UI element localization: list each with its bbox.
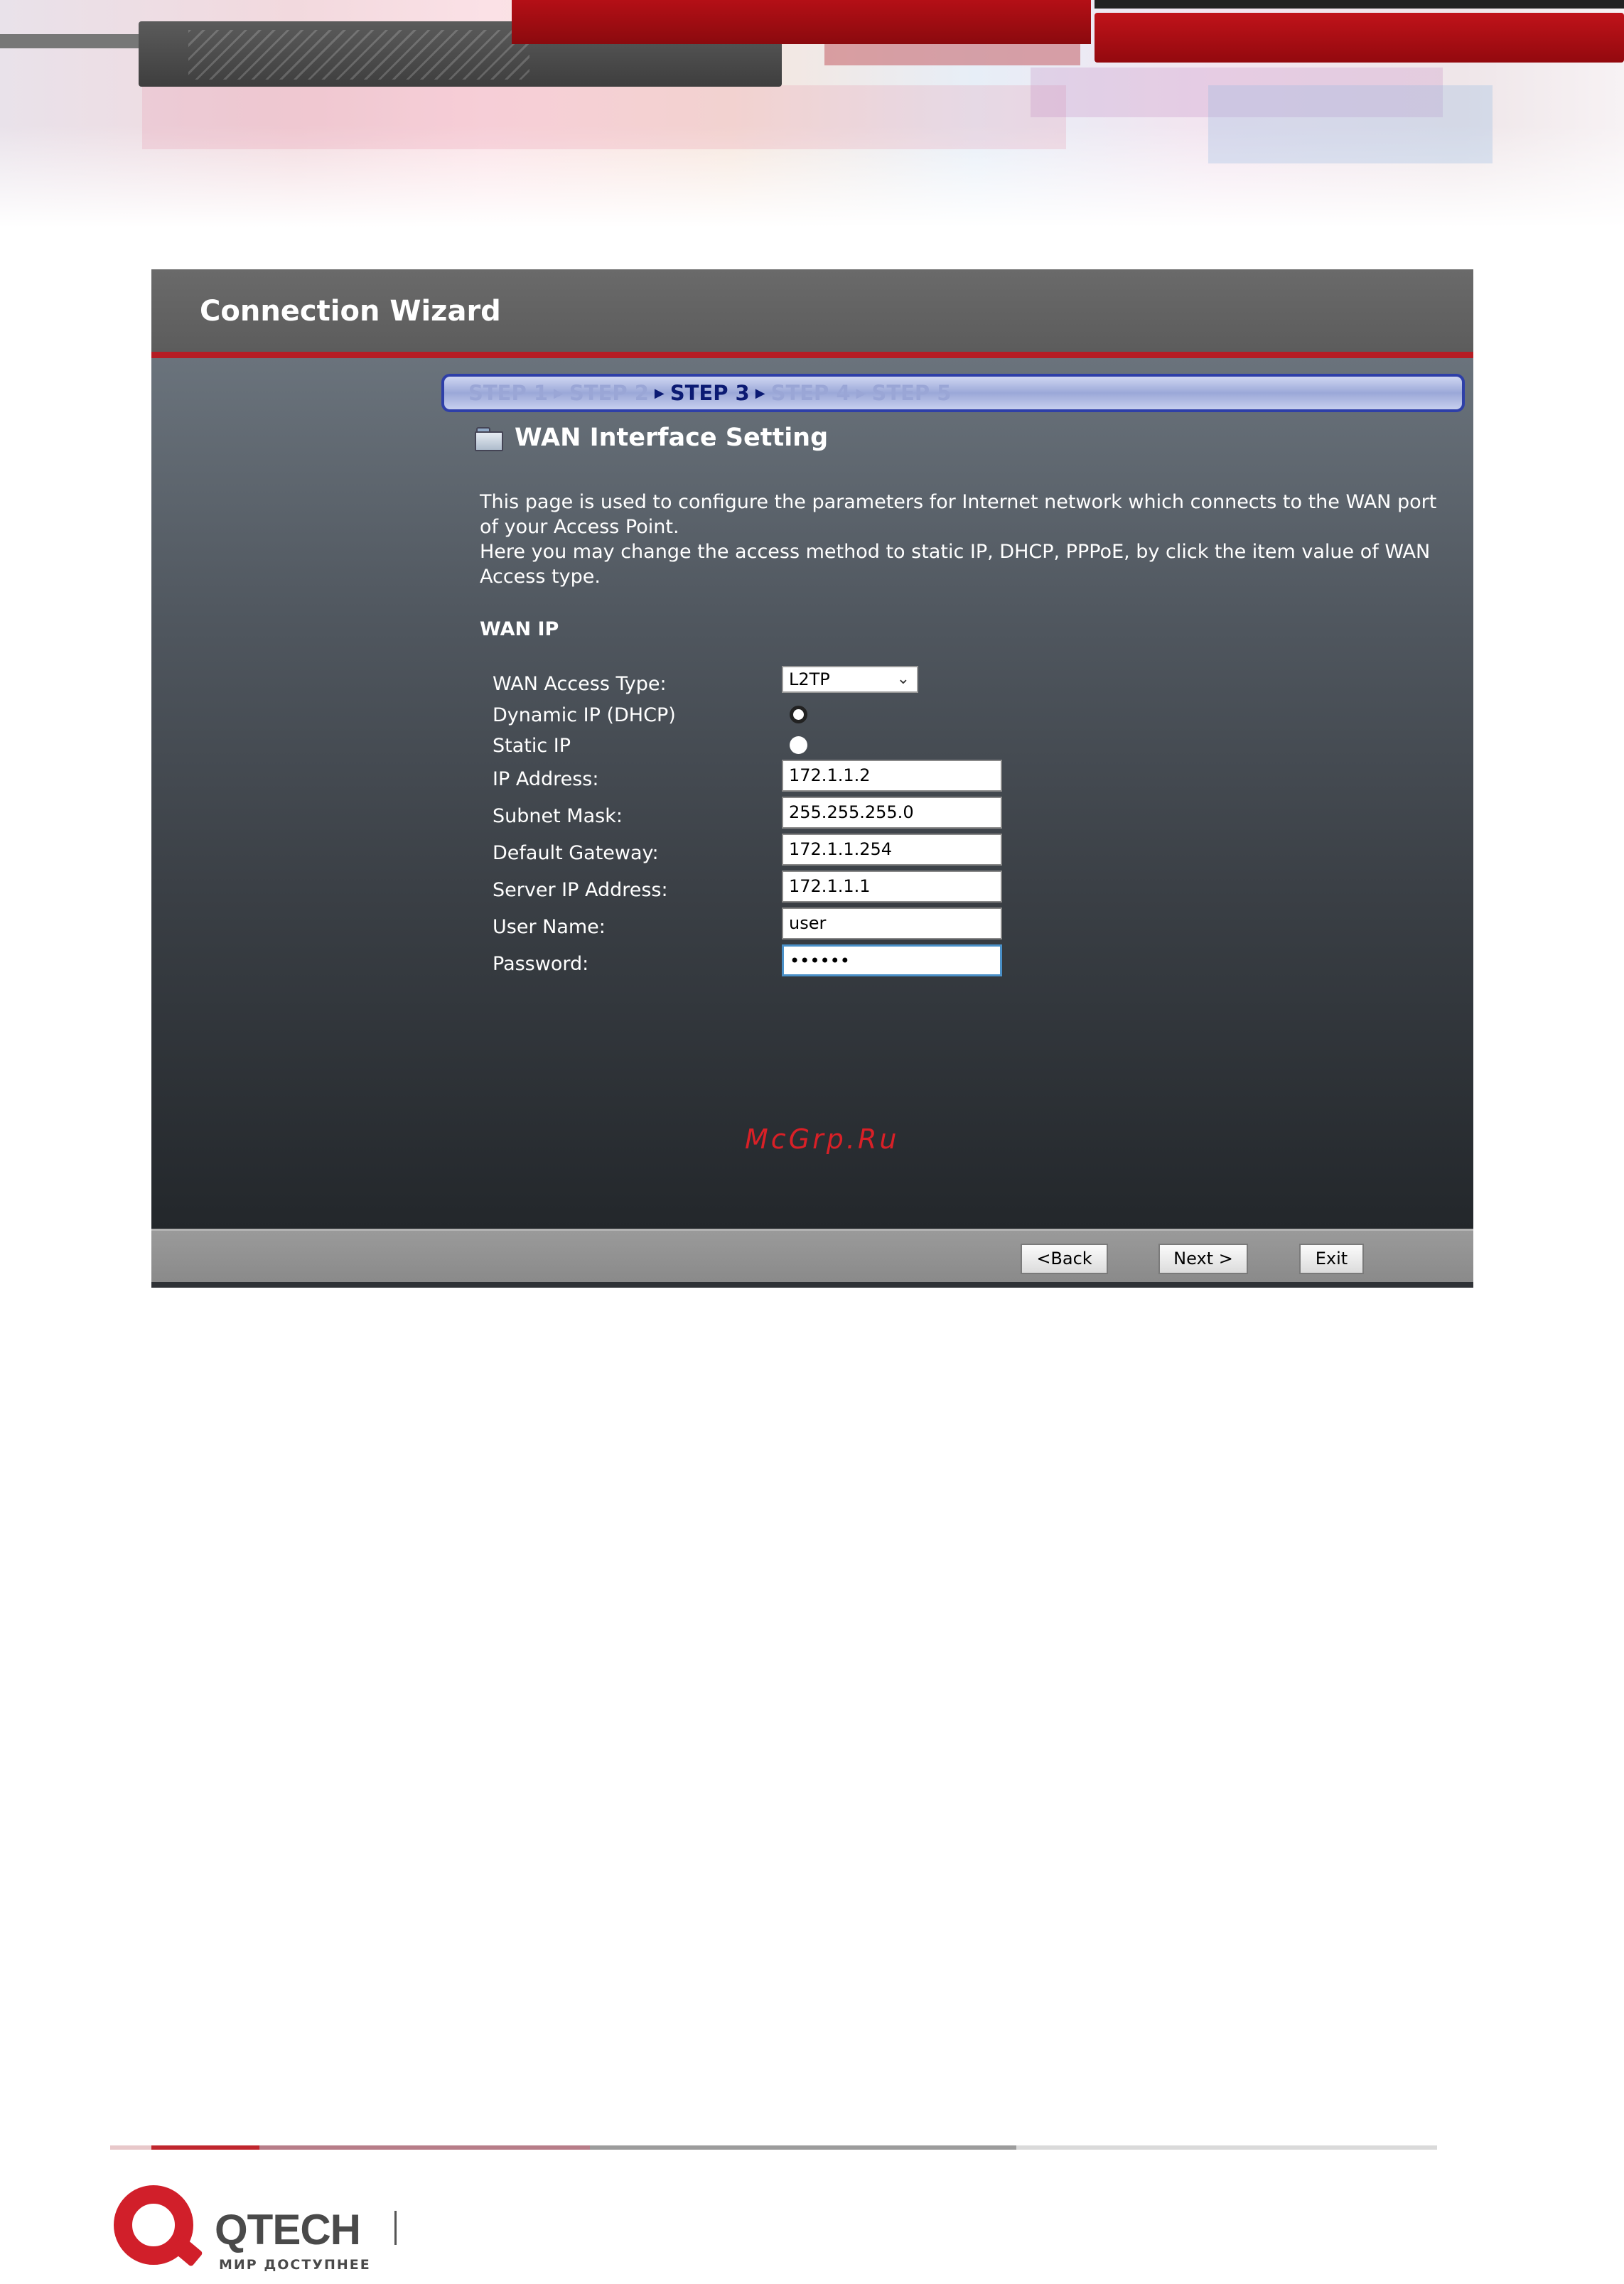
user-name-label: User Name: xyxy=(493,916,606,938)
default-gateway-label: Default Gateway: xyxy=(493,842,659,864)
footer-rule-segment xyxy=(259,2145,590,2150)
back-button[interactable]: <Back xyxy=(1021,1244,1108,1274)
step-5: STEP 5 xyxy=(871,381,952,405)
description-line-1: This page is used to configure the param… xyxy=(480,491,1437,538)
folder-icon xyxy=(475,426,503,451)
wizard-content: STEP 1 ▶ STEP 2 ▶ STEP 3 ▶ STEP 4 ▶ STEP… xyxy=(151,358,1473,1229)
password-input[interactable]: •••••• xyxy=(782,944,1002,976)
footer-rule-segment xyxy=(590,2145,1016,2150)
step-arrow-icon: ▶ xyxy=(856,385,866,401)
connection-wizard-window: Connection Wizard STEP 1 ▶ STEP 2 ▶ STEP… xyxy=(151,269,1473,1288)
wan-access-type-select[interactable]: L2TP ⌄ xyxy=(782,666,918,693)
row-server-ip: Server IP Address: 172.1.1.1 xyxy=(493,865,1018,903)
footer-rule-segment xyxy=(1016,2145,1437,2150)
step-arrow-icon: ▶ xyxy=(654,385,665,401)
brand-name: QTECH xyxy=(215,2206,361,2253)
server-ip-label: Server IP Address: xyxy=(493,879,668,901)
step-4: STEP 4 xyxy=(770,381,851,405)
row-subnet-mask: Subnet Mask: 255.255.255.0 xyxy=(493,791,1018,829)
description-line-2: Here you may change the access method to… xyxy=(480,541,1431,588)
step-progress-bar: STEP 1 ▶ STEP 2 ▶ STEP 3 ▶ STEP 4 ▶ STEP… xyxy=(441,374,1465,412)
row-ip-address: IP Address: 172.1.1.2 xyxy=(493,754,1018,792)
access-type-label: WAN Access Type: xyxy=(493,673,667,695)
page-description: This page is used to configure the param… xyxy=(480,490,1446,589)
page-heading: WAN Interface Setting xyxy=(475,424,828,452)
subnet-mask-label: Subnet Mask: xyxy=(493,805,623,827)
password-label: Password: xyxy=(493,953,589,975)
user-name-input[interactable]: user xyxy=(782,907,1002,939)
chevron-down-icon: ⌄ xyxy=(896,670,910,688)
default-gateway-input[interactable]: 172.1.1.254 xyxy=(782,834,1002,866)
row-dhcp: Dynamic IP (DHCP) xyxy=(493,697,1018,731)
exit-button[interactable]: Exit xyxy=(1299,1244,1364,1274)
footer-rule-segment xyxy=(151,2145,259,2150)
row-user-name: User Name: user xyxy=(493,902,1018,939)
header-banner xyxy=(0,0,1624,227)
footer-rule-segment xyxy=(110,2145,153,2150)
step-2: STEP 2 xyxy=(569,381,649,405)
step-3-current: STEP 3 xyxy=(670,381,750,405)
dhcp-radio[interactable] xyxy=(790,706,807,723)
row-default-gateway: Default Gateway: 172.1.1.254 xyxy=(493,828,1018,866)
brand-tagline: МИР ДОСТУПНЕЕ xyxy=(219,2257,371,2273)
row-password: Password: •••••• xyxy=(493,939,1018,976)
wizard-footer: <Back Next > Exit xyxy=(151,1229,1473,1288)
wizard-title: Connection Wizard xyxy=(200,295,501,328)
step-arrow-icon: ▶ xyxy=(755,385,765,401)
server-ip-input[interactable]: 172.1.1.1 xyxy=(782,871,1002,903)
qtech-logo: QTECH МИР ДОСТУПНЕЕ xyxy=(108,2184,534,2284)
page-heading-text: WAN Interface Setting xyxy=(515,424,829,452)
wizard-titlebar: Connection Wizard xyxy=(151,269,1473,358)
row-access-type: WAN Access Type: L2TP ⌄ xyxy=(493,666,1018,700)
static-ip-radio[interactable] xyxy=(790,736,807,754)
dhcp-label: Dynamic IP (DHCP) xyxy=(493,704,676,726)
ip-address-input[interactable]: 172.1.1.2 xyxy=(782,760,1002,792)
next-button[interactable]: Next > xyxy=(1158,1244,1248,1274)
section-title: WAN IP xyxy=(480,618,559,640)
step-1: STEP 1 xyxy=(468,381,549,405)
watermark-text: McGrp.Ru xyxy=(745,1124,900,1155)
step-arrow-icon: ▶ xyxy=(554,385,564,401)
ip-address-label: IP Address: xyxy=(493,768,599,790)
subnet-mask-input[interactable]: 255.255.255.0 xyxy=(782,797,1002,829)
